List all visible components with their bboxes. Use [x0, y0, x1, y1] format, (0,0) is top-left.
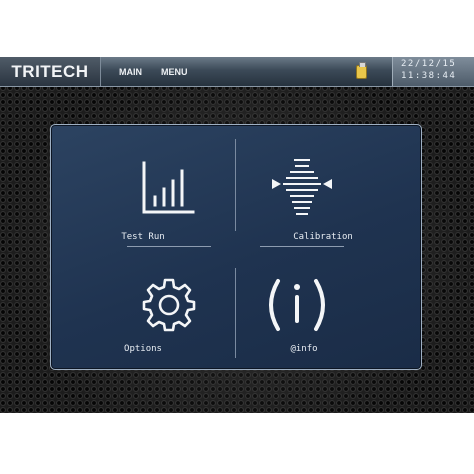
brand-logo: TRITECH — [0, 57, 101, 86]
device-screen: TRITECH MAIN MENU 22/12/15 11:38:44 Test… — [0, 57, 474, 413]
menu-menu[interactable]: MENU — [161, 57, 188, 86]
time-text: 11:38:44 — [401, 71, 457, 81]
menu-main[interactable]: MAIN — [119, 57, 142, 86]
usb-drive-icon — [356, 62, 367, 79]
test-run-button[interactable]: Test Run — [51, 125, 235, 247]
calibration-label: Calibration — [293, 232, 353, 242]
date-text: 22/12/15 — [401, 59, 457, 69]
info-button[interactable]: @info — [236, 247, 420, 369]
top-bar: TRITECH MAIN MENU 22/12/15 11:38:44 — [0, 57, 474, 87]
options-label: Options — [124, 344, 162, 354]
calibration-button[interactable]: Calibration — [236, 125, 420, 247]
test-run-label: Test Run — [121, 232, 165, 242]
bar-chart-icon — [142, 161, 195, 214]
gear-icon — [142, 278, 196, 332]
main-menu-panel: Test Run Calibration Options @info — [50, 124, 422, 370]
calibration-icon — [272, 159, 332, 215]
options-button[interactable]: Options — [51, 247, 235, 369]
date-time-display: 22/12/15 11:38:44 — [392, 57, 474, 86]
info-label: @info — [290, 344, 318, 354]
info-icon — [269, 279, 325, 331]
